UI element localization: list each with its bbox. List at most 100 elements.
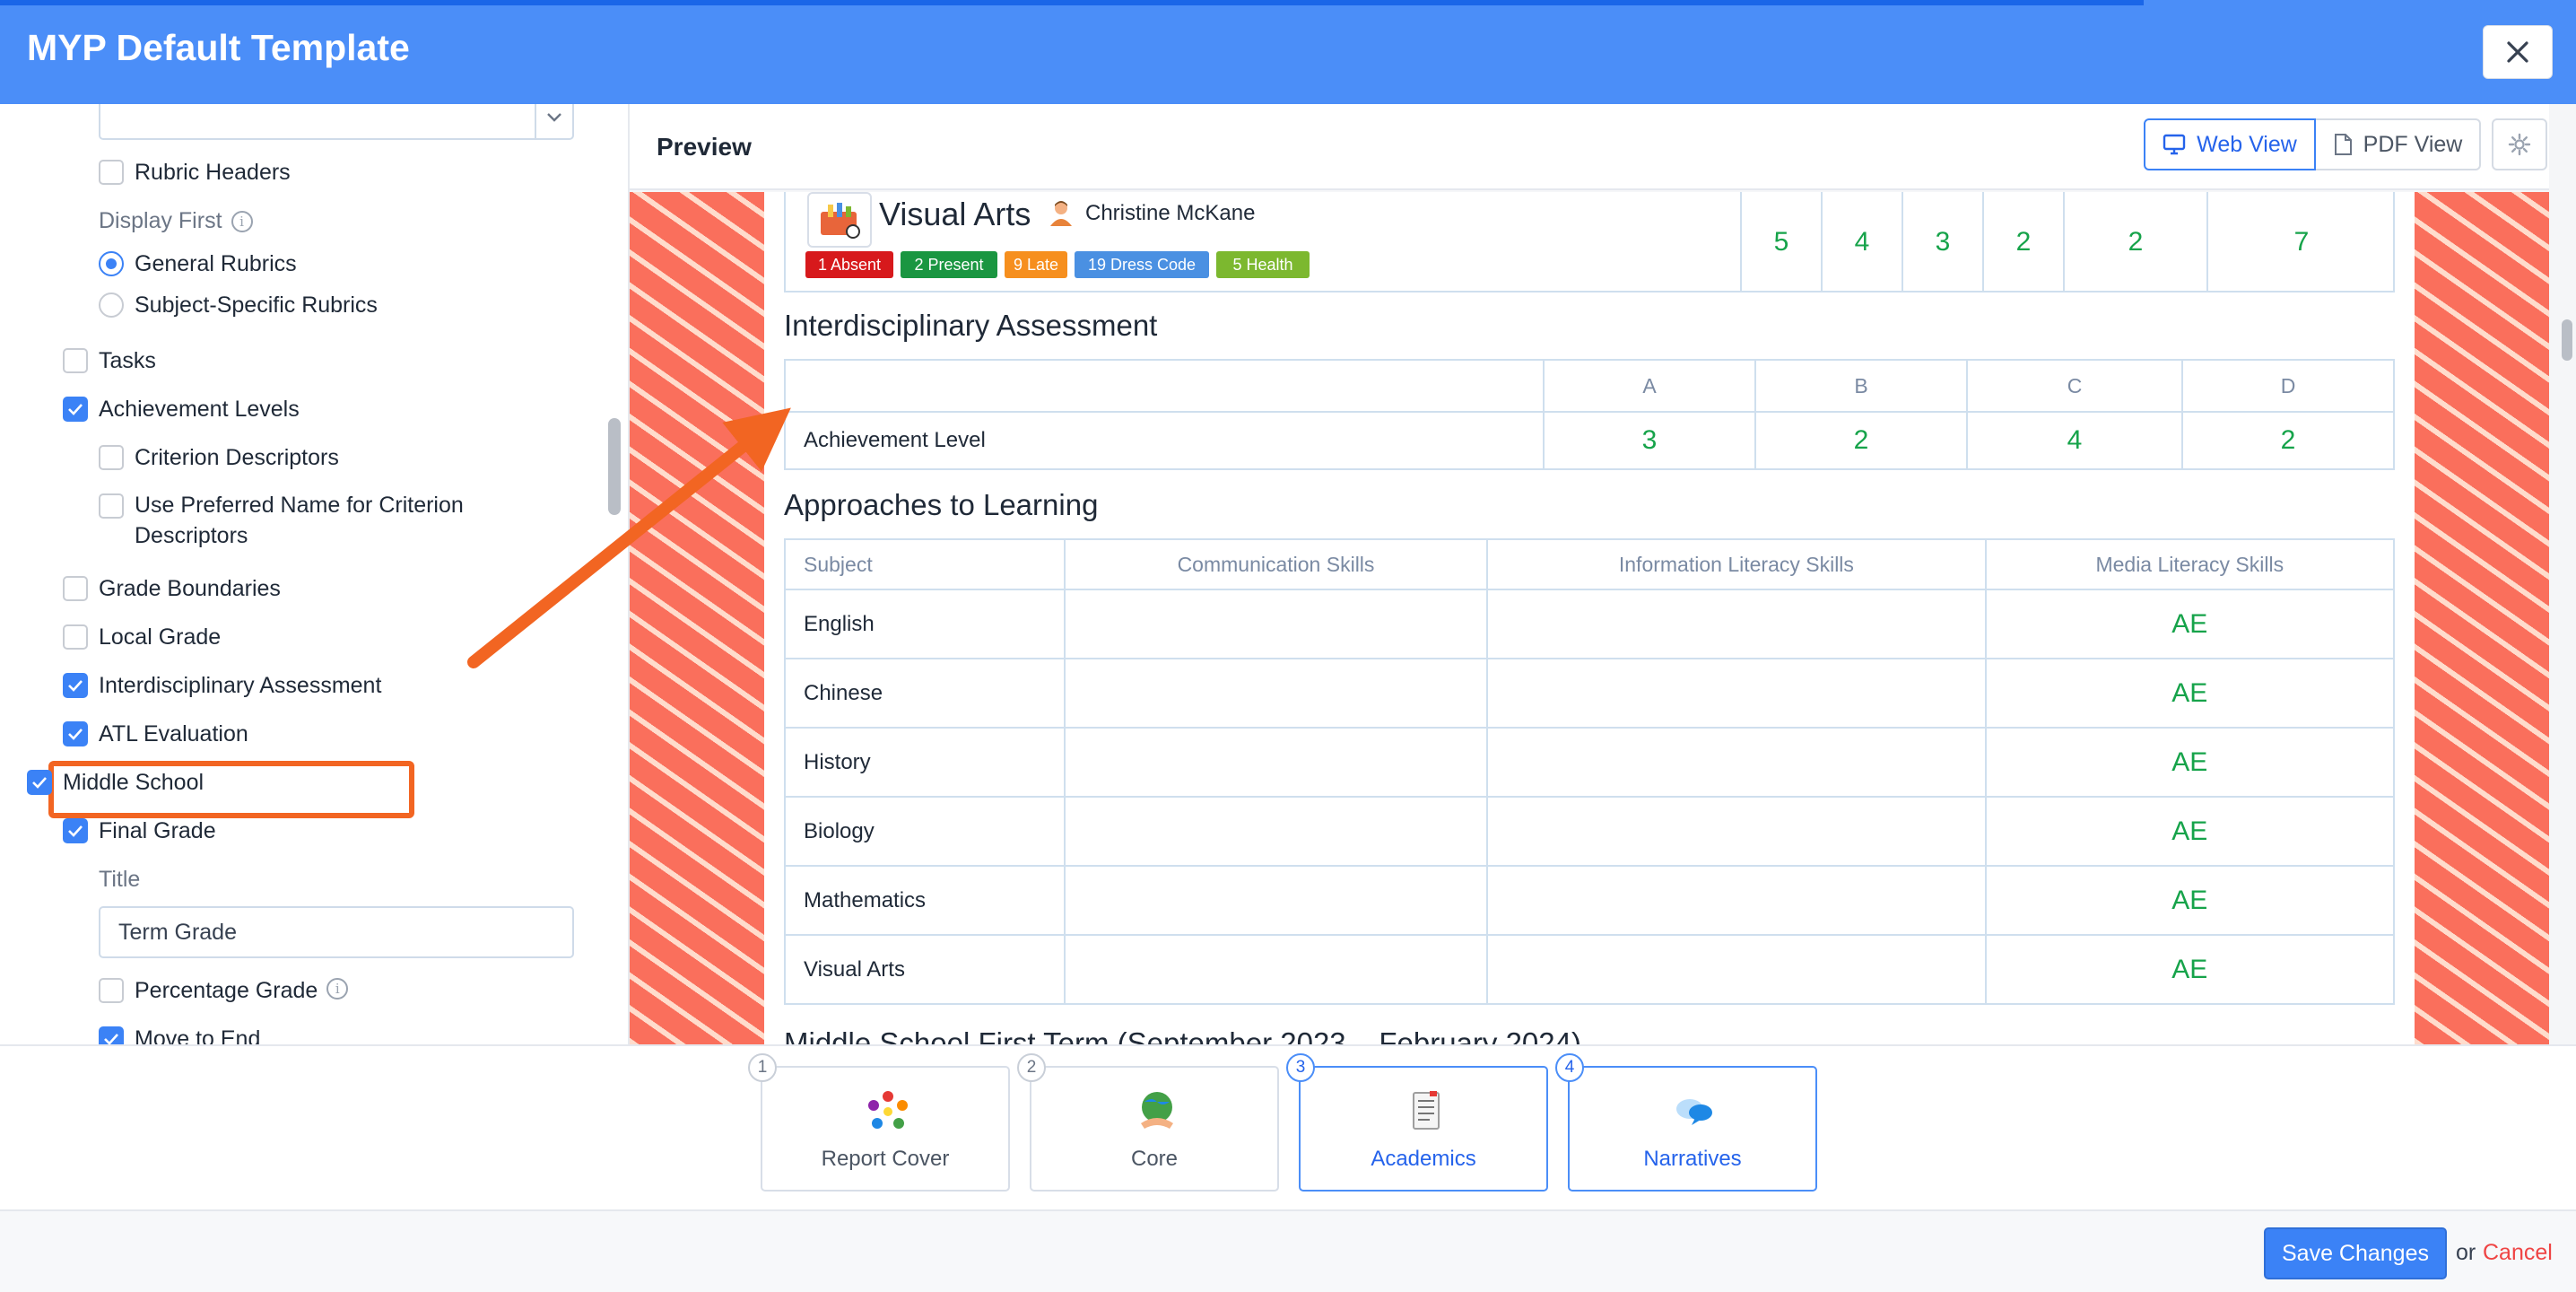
subject-cell: English (784, 589, 1066, 659)
globe-handshake-icon (1141, 1092, 1173, 1129)
table-cell: 4 (1966, 411, 2183, 470)
table-cell (1486, 727, 1987, 798)
modal-title: MYP Default Template (27, 27, 410, 68)
percentage-grade-option[interactable]: Percentage Grade i (99, 978, 349, 1004)
preferred-name-option[interactable]: Use Preferred Name for Criterion Descrip… (99, 493, 464, 551)
tab-narratives[interactable]: 4 Narratives (1555, 1053, 1817, 1192)
tab-core[interactable]: 2 Core (1017, 1053, 1279, 1192)
checkbox[interactable] (99, 160, 124, 185)
decorative-pattern-left (630, 192, 764, 1044)
radio-button[interactable] (99, 292, 124, 318)
progress-bar (0, 0, 2144, 5)
preview-scrollbar-thumb[interactable] (2562, 319, 2572, 361)
middle-school-option[interactable]: Middle School (27, 770, 204, 796)
teacher-name: Christine McKane (1085, 201, 1256, 225)
checkbox-checked[interactable] (63, 818, 88, 843)
table-cell: 3 (1543, 411, 1756, 470)
info-icon[interactable]: i (326, 978, 349, 1000)
left-scrollbar-thumb[interactable] (608, 418, 621, 515)
option-label: General Rubrics (135, 251, 297, 276)
table-row: Biology AE (784, 796, 2396, 867)
grade-cell: 2 (1982, 192, 2063, 292)
radio-button[interactable] (99, 251, 124, 276)
grade-cell: 4 (1821, 192, 1902, 292)
info-icon[interactable]: i (231, 210, 253, 232)
rubric-headers-option[interactable]: Rubric Headers (99, 160, 291, 186)
grade-boundaries-option[interactable]: Grade Boundaries (63, 576, 281, 602)
option-label: Achievement Levels (99, 397, 300, 422)
tab-label: Narratives (1643, 1147, 1742, 1171)
general-rubrics-option[interactable]: General Rubrics (99, 251, 297, 277)
checkbox-checked[interactable] (63, 397, 88, 422)
checkbox[interactable] (99, 445, 124, 470)
table-row: English AE (784, 589, 2396, 659)
subject-specific-rubrics-option[interactable]: Subject-Specific Rubrics (99, 292, 378, 319)
atl-evaluation-option[interactable]: ATL Evaluation (63, 721, 248, 747)
pdf-view-button[interactable]: PDF View (2316, 118, 2481, 170)
table-cell (1063, 727, 1489, 798)
move-to-end-option[interactable]: Move to End (99, 1026, 260, 1044)
checkbox[interactable] (63, 348, 88, 373)
subject-cell: History (784, 727, 1066, 798)
table-cell: 2 (2181, 411, 2395, 470)
option-label: Percentage Grade (135, 978, 318, 1003)
option-label: Criterion Descriptors (135, 445, 339, 470)
interdisciplinary-assessment-option[interactable]: Interdisciplinary Assessment (63, 673, 381, 699)
or-text: or (2456, 1240, 2476, 1265)
health-badge: 5 Health (1216, 251, 1310, 278)
title-input[interactable]: Term Grade (99, 906, 574, 958)
final-grade-option[interactable]: Final Grade (63, 818, 216, 844)
check-icon (32, 777, 47, 789)
table-row: Chinese AE (784, 658, 2396, 729)
option-label: Final Grade (99, 818, 216, 843)
option-label: ATL Evaluation (99, 721, 248, 746)
tab-label: Report Cover (821, 1147, 950, 1171)
checkbox[interactable] (99, 493, 124, 519)
table-header: B (1754, 359, 1968, 413)
check-icon (68, 825, 83, 837)
checkbox-checked[interactable] (63, 673, 88, 698)
table-cell (1486, 796, 1987, 867)
table-row: Mathematics AE (784, 865, 2396, 936)
tasks-option[interactable]: Tasks (63, 348, 156, 374)
present-badge: 2 Present (901, 251, 997, 278)
checkbox[interactable] (63, 576, 88, 601)
display-first-label: Display First i (99, 208, 253, 234)
criterion-descriptors-option[interactable]: Criterion Descriptors (99, 445, 339, 471)
select-field[interactable] (99, 104, 574, 140)
web-view-button[interactable]: Web View (2144, 118, 2316, 170)
check-icon (68, 404, 83, 415)
achievement-levels-option[interactable]: Achievement Levels (63, 397, 300, 423)
late-badge: 9 Late (1005, 251, 1067, 278)
table-cell (1063, 865, 1489, 936)
checkbox[interactable] (99, 978, 124, 1003)
tab-report-cover[interactable]: 1 Report Cover (748, 1053, 1010, 1192)
cancel-link[interactable]: Cancel (2483, 1240, 2553, 1266)
absent-badge: 1 Absent (805, 251, 893, 278)
settings-button[interactable] (2492, 118, 2547, 170)
table-cell (1486, 589, 1987, 659)
save-changes-button[interactable]: Save Changes (2264, 1227, 2447, 1279)
interdisciplinary-table: A B C D Achievement Level 3 2 4 2 (784, 359, 2395, 470)
modal-header: MYP Default Template (0, 0, 2576, 104)
checkbox-checked[interactable] (99, 1026, 124, 1044)
options-panel: Rubric Headers Display First i General R… (0, 104, 601, 1044)
checkbox-checked[interactable] (27, 770, 52, 795)
table-header: Subject (784, 538, 1066, 590)
option-label: Rubric Headers (135, 160, 291, 185)
table-cell: AE (1984, 934, 2396, 1005)
local-grade-option[interactable]: Local Grade (63, 624, 221, 650)
subject-cell: Visual Arts (784, 934, 1066, 1005)
title-label: Title (99, 867, 141, 892)
option-label: Use Preferred Name for Criterion Descrip… (135, 490, 464, 551)
teacher-avatar-icon (1050, 201, 1072, 226)
monitor-icon (2163, 134, 2186, 155)
checkbox[interactable] (63, 624, 88, 650)
tab-academics[interactable]: 3 Academics (1286, 1053, 1548, 1192)
preview-header: Preview Web View PDF View (630, 104, 2549, 190)
checkbox-checked[interactable] (63, 721, 88, 746)
section-tabs-bar: 1 Report Cover 2 Core 3 Academics 4 Narr… (0, 1044, 2576, 1209)
left-scrollbar[interactable] (601, 104, 628, 1044)
close-icon (2507, 41, 2528, 63)
close-button[interactable] (2483, 25, 2553, 79)
